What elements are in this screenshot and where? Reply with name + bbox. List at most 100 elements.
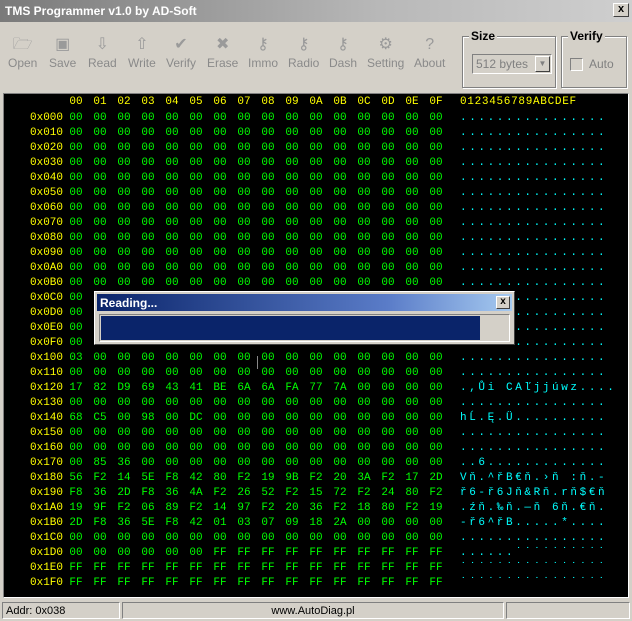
hex-byte[interactable]: F8: [140, 487, 156, 499]
hex-byte[interactable]: 00: [188, 262, 204, 274]
hex-byte[interactable]: 00: [188, 217, 204, 229]
hex-byte[interactable]: F2: [380, 472, 396, 484]
hex-byte[interactable]: 00: [212, 157, 228, 169]
hex-byte[interactable]: 00: [356, 352, 372, 364]
hex-byte[interactable]: 00: [188, 172, 204, 184]
hex-byte[interactable]: 00: [164, 352, 180, 364]
hex-byte[interactable]: 00: [404, 247, 420, 259]
hex-byte[interactable]: 00: [92, 547, 108, 559]
hex-byte[interactable]: 00: [380, 427, 396, 439]
hex-byte[interactable]: FF: [236, 547, 252, 559]
hex-byte[interactable]: 00: [188, 397, 204, 409]
hex-byte[interactable]: FF: [284, 547, 300, 559]
hex-byte[interactable]: FF: [404, 547, 420, 559]
hex-byte[interactable]: 00: [308, 442, 324, 454]
hex-byte[interactable]: 00: [404, 277, 420, 289]
hex-byte[interactable]: 00: [284, 112, 300, 124]
hex-byte[interactable]: 00: [68, 427, 84, 439]
hex-byte[interactable]: 00: [356, 172, 372, 184]
hex-byte[interactable]: 4A: [188, 487, 204, 499]
hex-byte[interactable]: 00: [284, 202, 300, 214]
hex-byte[interactable]: 00: [284, 427, 300, 439]
toolbar-button-about[interactable]: ? About: [414, 34, 445, 70]
hex-byte[interactable]: 00: [380, 262, 396, 274]
hex-byte[interactable]: 00: [116, 127, 132, 139]
hex-byte[interactable]: 00: [68, 262, 84, 274]
hex-byte[interactable]: 00: [236, 112, 252, 124]
hex-byte[interactable]: 00: [260, 187, 276, 199]
hex-byte[interactable]: 00: [236, 457, 252, 469]
hex-byte[interactable]: 03: [68, 352, 84, 364]
hex-byte[interactable]: 00: [116, 247, 132, 259]
hex-byte[interactable]: 00: [116, 412, 132, 424]
hex-byte[interactable]: F2: [188, 502, 204, 514]
hex-byte[interactable]: 00: [236, 127, 252, 139]
hex-byte[interactable]: 00: [380, 517, 396, 529]
hex-byte[interactable]: 00: [188, 547, 204, 559]
hex-byte[interactable]: 00: [308, 172, 324, 184]
hex-byte[interactable]: 00: [140, 217, 156, 229]
hex-byte[interactable]: FF: [140, 562, 156, 574]
hex-byte[interactable]: 00: [116, 142, 132, 154]
hex-byte[interactable]: 00: [308, 262, 324, 274]
hex-byte[interactable]: 00: [428, 367, 444, 379]
hex-byte[interactable]: 00: [356, 457, 372, 469]
hex-byte[interactable]: 00: [92, 127, 108, 139]
hex-byte[interactable]: 00: [428, 412, 444, 424]
hex-byte[interactable]: 00: [212, 202, 228, 214]
hex-byte[interactable]: 00: [380, 172, 396, 184]
hex-byte[interactable]: 9F: [92, 502, 108, 514]
hex-byte[interactable]: 5E: [140, 472, 156, 484]
hex-byte[interactable]: 00: [404, 142, 420, 154]
hex-byte[interactable]: 00: [92, 442, 108, 454]
hex-byte[interactable]: 00: [164, 262, 180, 274]
hex-byte[interactable]: 00: [92, 367, 108, 379]
hex-byte[interactable]: 00: [332, 142, 348, 154]
toolbar-button-read[interactable]: ⇩ Read: [88, 34, 117, 70]
hex-byte[interactable]: 00: [356, 277, 372, 289]
hex-byte[interactable]: 24: [380, 487, 396, 499]
hex-byte[interactable]: 00: [212, 367, 228, 379]
hex-byte[interactable]: 00: [356, 442, 372, 454]
hex-byte[interactable]: 20: [284, 502, 300, 514]
hex-byte[interactable]: 00: [356, 127, 372, 139]
hex-byte[interactable]: 18: [356, 502, 372, 514]
hex-byte[interactable]: FF: [356, 577, 372, 589]
hex-byte[interactable]: 00: [260, 127, 276, 139]
hex-byte[interactable]: 00: [116, 547, 132, 559]
hex-byte[interactable]: 80: [380, 502, 396, 514]
hex-byte[interactable]: 00: [284, 277, 300, 289]
hex-byte[interactable]: FF: [68, 577, 84, 589]
hex-byte[interactable]: 00: [308, 217, 324, 229]
hex-byte[interactable]: 00: [356, 382, 372, 394]
hex-byte[interactable]: 00: [284, 157, 300, 169]
hex-byte[interactable]: 00: [236, 187, 252, 199]
hex-byte[interactable]: 00: [428, 517, 444, 529]
hex-byte[interactable]: 00: [140, 352, 156, 364]
hex-byte[interactable]: FF: [380, 577, 396, 589]
hex-byte[interactable]: 00: [236, 172, 252, 184]
hex-editor[interactable]: 00 01 02 03 04 05 06 07 08 09 0A 0B 0C 0D 0E 0F 01234567…: [3, 93, 629, 598]
hex-byte[interactable]: 00: [404, 412, 420, 424]
hex-byte[interactable]: 00: [236, 157, 252, 169]
hex-byte[interactable]: 00: [92, 232, 108, 244]
hex-byte[interactable]: 00: [428, 172, 444, 184]
hex-byte[interactable]: 00: [404, 187, 420, 199]
hex-byte[interactable]: 00: [236, 427, 252, 439]
hex-byte[interactable]: FF: [356, 562, 372, 574]
hex-byte[interactable]: 00: [68, 457, 84, 469]
hex-byte[interactable]: FF: [260, 577, 276, 589]
hex-byte[interactable]: 00: [308, 187, 324, 199]
hex-byte[interactable]: 00: [260, 397, 276, 409]
hex-byte[interactable]: 00: [140, 367, 156, 379]
hex-byte[interactable]: 00: [428, 217, 444, 229]
hex-byte[interactable]: 00: [164, 397, 180, 409]
hex-byte[interactable]: 00: [332, 247, 348, 259]
hex-byte[interactable]: 00: [212, 232, 228, 244]
hex-byte[interactable]: 09: [284, 517, 300, 529]
hex-byte[interactable]: 00: [284, 232, 300, 244]
hex-byte[interactable]: 00: [284, 397, 300, 409]
hex-byte[interactable]: 97: [236, 502, 252, 514]
hex-byte[interactable]: 00: [236, 442, 252, 454]
hex-byte[interactable]: FF: [92, 562, 108, 574]
